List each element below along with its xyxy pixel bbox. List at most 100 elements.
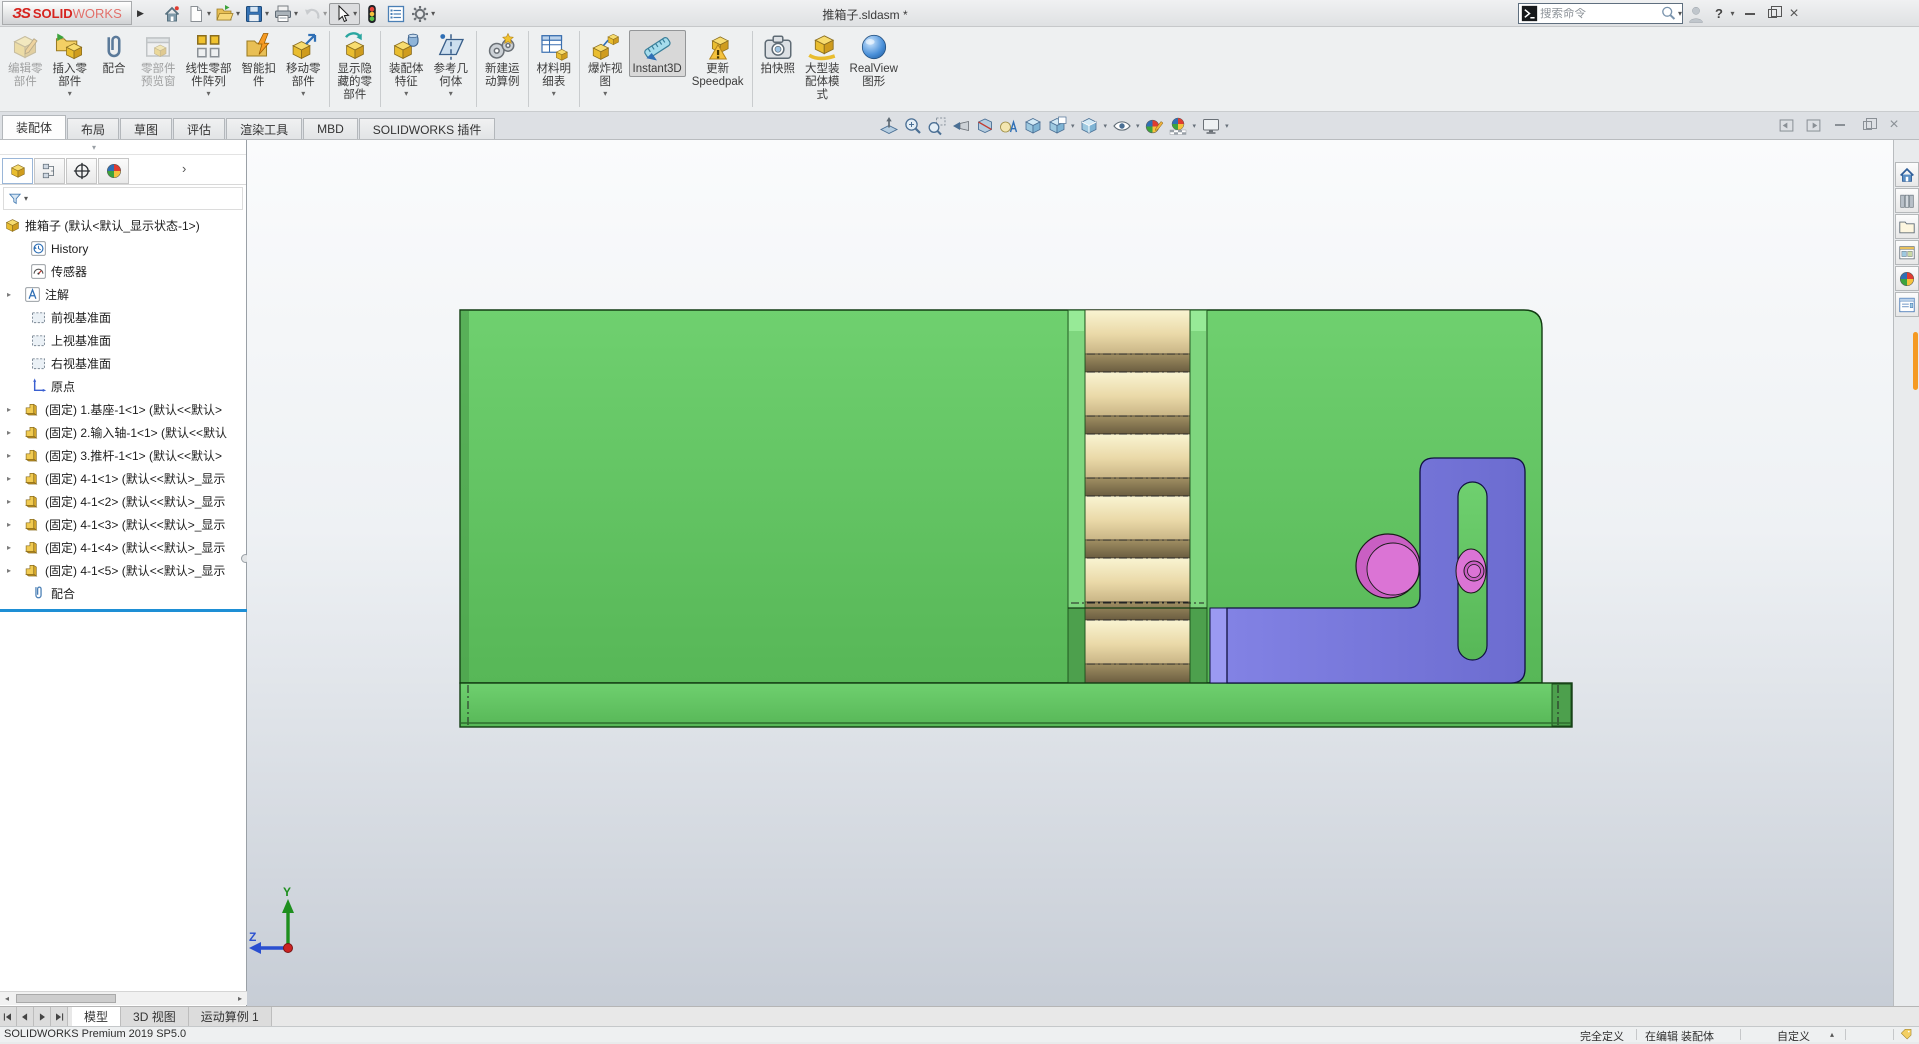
doc-minimize-button[interactable] xyxy=(1831,116,1849,134)
tree-item-component-push-rod[interactable]: ▸ (固定) 3.推杆-1<1> (默认<<默认> xyxy=(0,444,246,467)
user-account-button[interactable] xyxy=(1686,3,1706,24)
ribbon-button-large-assembly-mode[interactable]: 大型装 配体模 式 xyxy=(801,30,844,103)
doc-tab-motion-study-1[interactable]: 运动算例 1 xyxy=(188,1007,272,1026)
previous-tab-button[interactable] xyxy=(17,1007,34,1026)
model-crank-pin[interactable] xyxy=(1455,548,1487,594)
taskpane-custom-properties-button[interactable] xyxy=(1895,292,1919,317)
panel-flyout-arrow-icon[interactable]: › xyxy=(182,161,186,176)
display-style-icon[interactable] xyxy=(1079,115,1100,136)
tab-layout[interactable]: 布局 xyxy=(67,118,120,139)
search-input[interactable] xyxy=(1540,7,1660,20)
ribbon-button-component-preview[interactable]: 零部件 预览窗 xyxy=(137,30,180,90)
ribbon-button-smart-fasteners[interactable]: 智能扣 件 xyxy=(238,30,281,90)
tab-solidworks-addins[interactable]: SOLIDWORKS 插件 xyxy=(358,118,496,139)
tab-configurationmanager[interactable] xyxy=(66,157,97,184)
dropdown-caret-icon[interactable]: ▾ xyxy=(1225,122,1229,130)
save-button[interactable]: ▾ xyxy=(242,4,271,24)
model-base-bar[interactable] xyxy=(459,682,1573,728)
ribbon-button-move-component[interactable]: 移动零 部件 ▾ xyxy=(282,30,325,99)
collapse-right-pane-icon[interactable] xyxy=(1804,116,1822,134)
ribbon-button-bom[interactable]: 材料明 细表 ▾ xyxy=(533,30,576,99)
tree-item-mates[interactable]: 配合 xyxy=(0,582,246,605)
ribbon-button-new-motion-study[interactable]: 新建运 动算例 xyxy=(481,30,524,90)
expand-arrow-icon[interactable]: ▸ xyxy=(4,428,14,437)
ribbon-button-update-speedpak[interactable]: 更新 Speedpak xyxy=(688,30,748,90)
zoom-area-icon[interactable] xyxy=(926,115,947,136)
tree-item-component-4-1-5[interactable]: ▸ (固定) 4-1<5> (默认<<默认>_显示 xyxy=(0,559,246,582)
expand-arrow-icon[interactable]: ▸ xyxy=(4,520,14,529)
view-settings-icon[interactable] xyxy=(1200,115,1221,136)
expand-arrow-icon[interactable]: ▸ xyxy=(4,290,14,299)
doc-tab-model[interactable]: 模型 xyxy=(72,1007,122,1026)
taskpane-design-library-button[interactable] xyxy=(1895,188,1919,213)
hide-show-items-icon[interactable] xyxy=(1111,115,1132,136)
taskpane-home-button[interactable] xyxy=(1895,162,1919,187)
model-rack-column[interactable] xyxy=(1084,309,1191,684)
select-tool-button[interactable]: ▾ xyxy=(329,2,361,25)
ribbon-button-assembly-features[interactable]: 装配体 特征 ▾ xyxy=(385,30,428,99)
tree-item-component-4-1-1[interactable]: ▸ (固定) 4-1<1> (默认<<默认>_显示 xyxy=(0,467,246,490)
dropdown-caret-icon[interactable]: ▾ xyxy=(1136,122,1140,130)
ribbon-button-edit-component[interactable]: 编辑零 部件 xyxy=(4,30,47,90)
help-caret[interactable]: ▾ xyxy=(1726,3,1738,24)
tab-featuremanager[interactable] xyxy=(2,157,33,184)
normal-to-icon[interactable] xyxy=(878,115,899,136)
close-button[interactable]: × xyxy=(1784,3,1804,24)
dropdown-caret-icon[interactable]: ▾ xyxy=(1678,9,1682,18)
tab-assembly[interactable]: 装配体 xyxy=(2,115,67,139)
dropdown-caret-icon[interactable]: ▾ xyxy=(1104,122,1108,130)
status-tag-icon[interactable] xyxy=(1900,1028,1913,1041)
graphics-viewport[interactable]: Y Z xyxy=(247,140,1893,1006)
taskpane-appearances-button[interactable] xyxy=(1895,266,1919,291)
tab-evaluate[interactable]: 评估 xyxy=(173,118,226,139)
edit-appearance-icon[interactable] xyxy=(1144,115,1165,136)
tree-horizontal-scrollbar[interactable]: ◂ ▸ xyxy=(0,991,247,1005)
expand-arrow-icon[interactable]: ▸ xyxy=(4,405,14,414)
tree-item-component-4-1-3[interactable]: ▸ (固定) 4-1<3> (默认<<默认>_显示 xyxy=(0,513,246,536)
home-button[interactable] xyxy=(160,4,184,24)
restore-button[interactable] xyxy=(1762,3,1782,24)
expand-arrow-icon[interactable]: ▸ xyxy=(4,566,14,575)
tree-filter-row[interactable]: ▾ xyxy=(3,187,243,210)
view-orientation-icon[interactable] xyxy=(1022,115,1043,136)
tree-item-component-input-shaft[interactable]: ▸ (固定) 2.输入轴-1<1> (默认<<默认 xyxy=(0,421,246,444)
expand-arrow-icon[interactable]: ▸ xyxy=(4,497,14,506)
minimize-button[interactable] xyxy=(1740,3,1760,24)
scrollbar-thumb[interactable] xyxy=(16,994,116,1003)
section-view-icon[interactable] xyxy=(974,115,995,136)
tree-item-sensors[interactable]: 传感器 xyxy=(0,260,246,283)
zoom-fit-icon[interactable] xyxy=(902,115,923,136)
tree-item-right-plane[interactable]: 右视基准面 xyxy=(0,352,246,375)
tree-item-origin[interactable]: 原点 xyxy=(0,375,246,398)
doc-close-button[interactable]: × xyxy=(1885,116,1903,134)
tab-mbd[interactable]: MBD xyxy=(303,118,358,139)
assembly-3d-view[interactable]: Y Z xyxy=(247,140,1893,1006)
taskpane-file-explorer-button[interactable] xyxy=(1895,214,1919,239)
doc-restore-button[interactable] xyxy=(1858,116,1877,134)
previous-view-icon[interactable] xyxy=(950,115,971,136)
menu-expander-arrow-icon[interactable]: ▶ xyxy=(134,3,147,23)
apply-scene-icon[interactable] xyxy=(1168,115,1189,136)
tab-render-tools[interactable]: 渲染工具 xyxy=(226,118,303,139)
tab-displaymanager[interactable] xyxy=(98,157,129,184)
ribbon-button-show-hidden[interactable]: 显示隐 藏的零 部件 xyxy=(334,30,377,103)
tab-propertymanager[interactable] xyxy=(34,157,65,184)
command-search-box[interactable]: ▾ xyxy=(1518,3,1683,24)
ribbon-button-reference-geometry[interactable]: 参考几 何体 ▾ xyxy=(430,30,473,99)
print-button[interactable]: ▾ xyxy=(271,4,300,24)
properties-button[interactable] xyxy=(384,4,408,24)
next-tab-button[interactable] xyxy=(34,1007,51,1026)
ribbon-button-exploded-view[interactable]: 爆炸视 图 ▾ xyxy=(584,30,627,99)
tree-item-front-plane[interactable]: 前视基准面 xyxy=(0,306,246,329)
panel-collapse-caret-icon[interactable]: ▾ xyxy=(92,143,96,152)
tree-item-annotations[interactable]: ▸ 注解 xyxy=(0,283,246,306)
scroll-left-icon[interactable]: ◂ xyxy=(0,994,14,1003)
scroll-right-icon[interactable]: ▸ xyxy=(233,994,247,1003)
section-cube-icon[interactable] xyxy=(1046,115,1067,136)
options-button[interactable]: ▾ xyxy=(408,4,437,24)
expand-arrow-icon[interactable]: ▸ xyxy=(4,543,14,552)
tree-item-top-plane[interactable]: 上视基准面 xyxy=(0,329,246,352)
first-tab-button[interactable] xyxy=(0,1007,17,1026)
tree-root-assembly[interactable]: 推箱子 (默认<默认_显示状态-1>) xyxy=(0,214,246,237)
doc-tab-3d-views[interactable]: 3D 视图 xyxy=(121,1007,189,1026)
